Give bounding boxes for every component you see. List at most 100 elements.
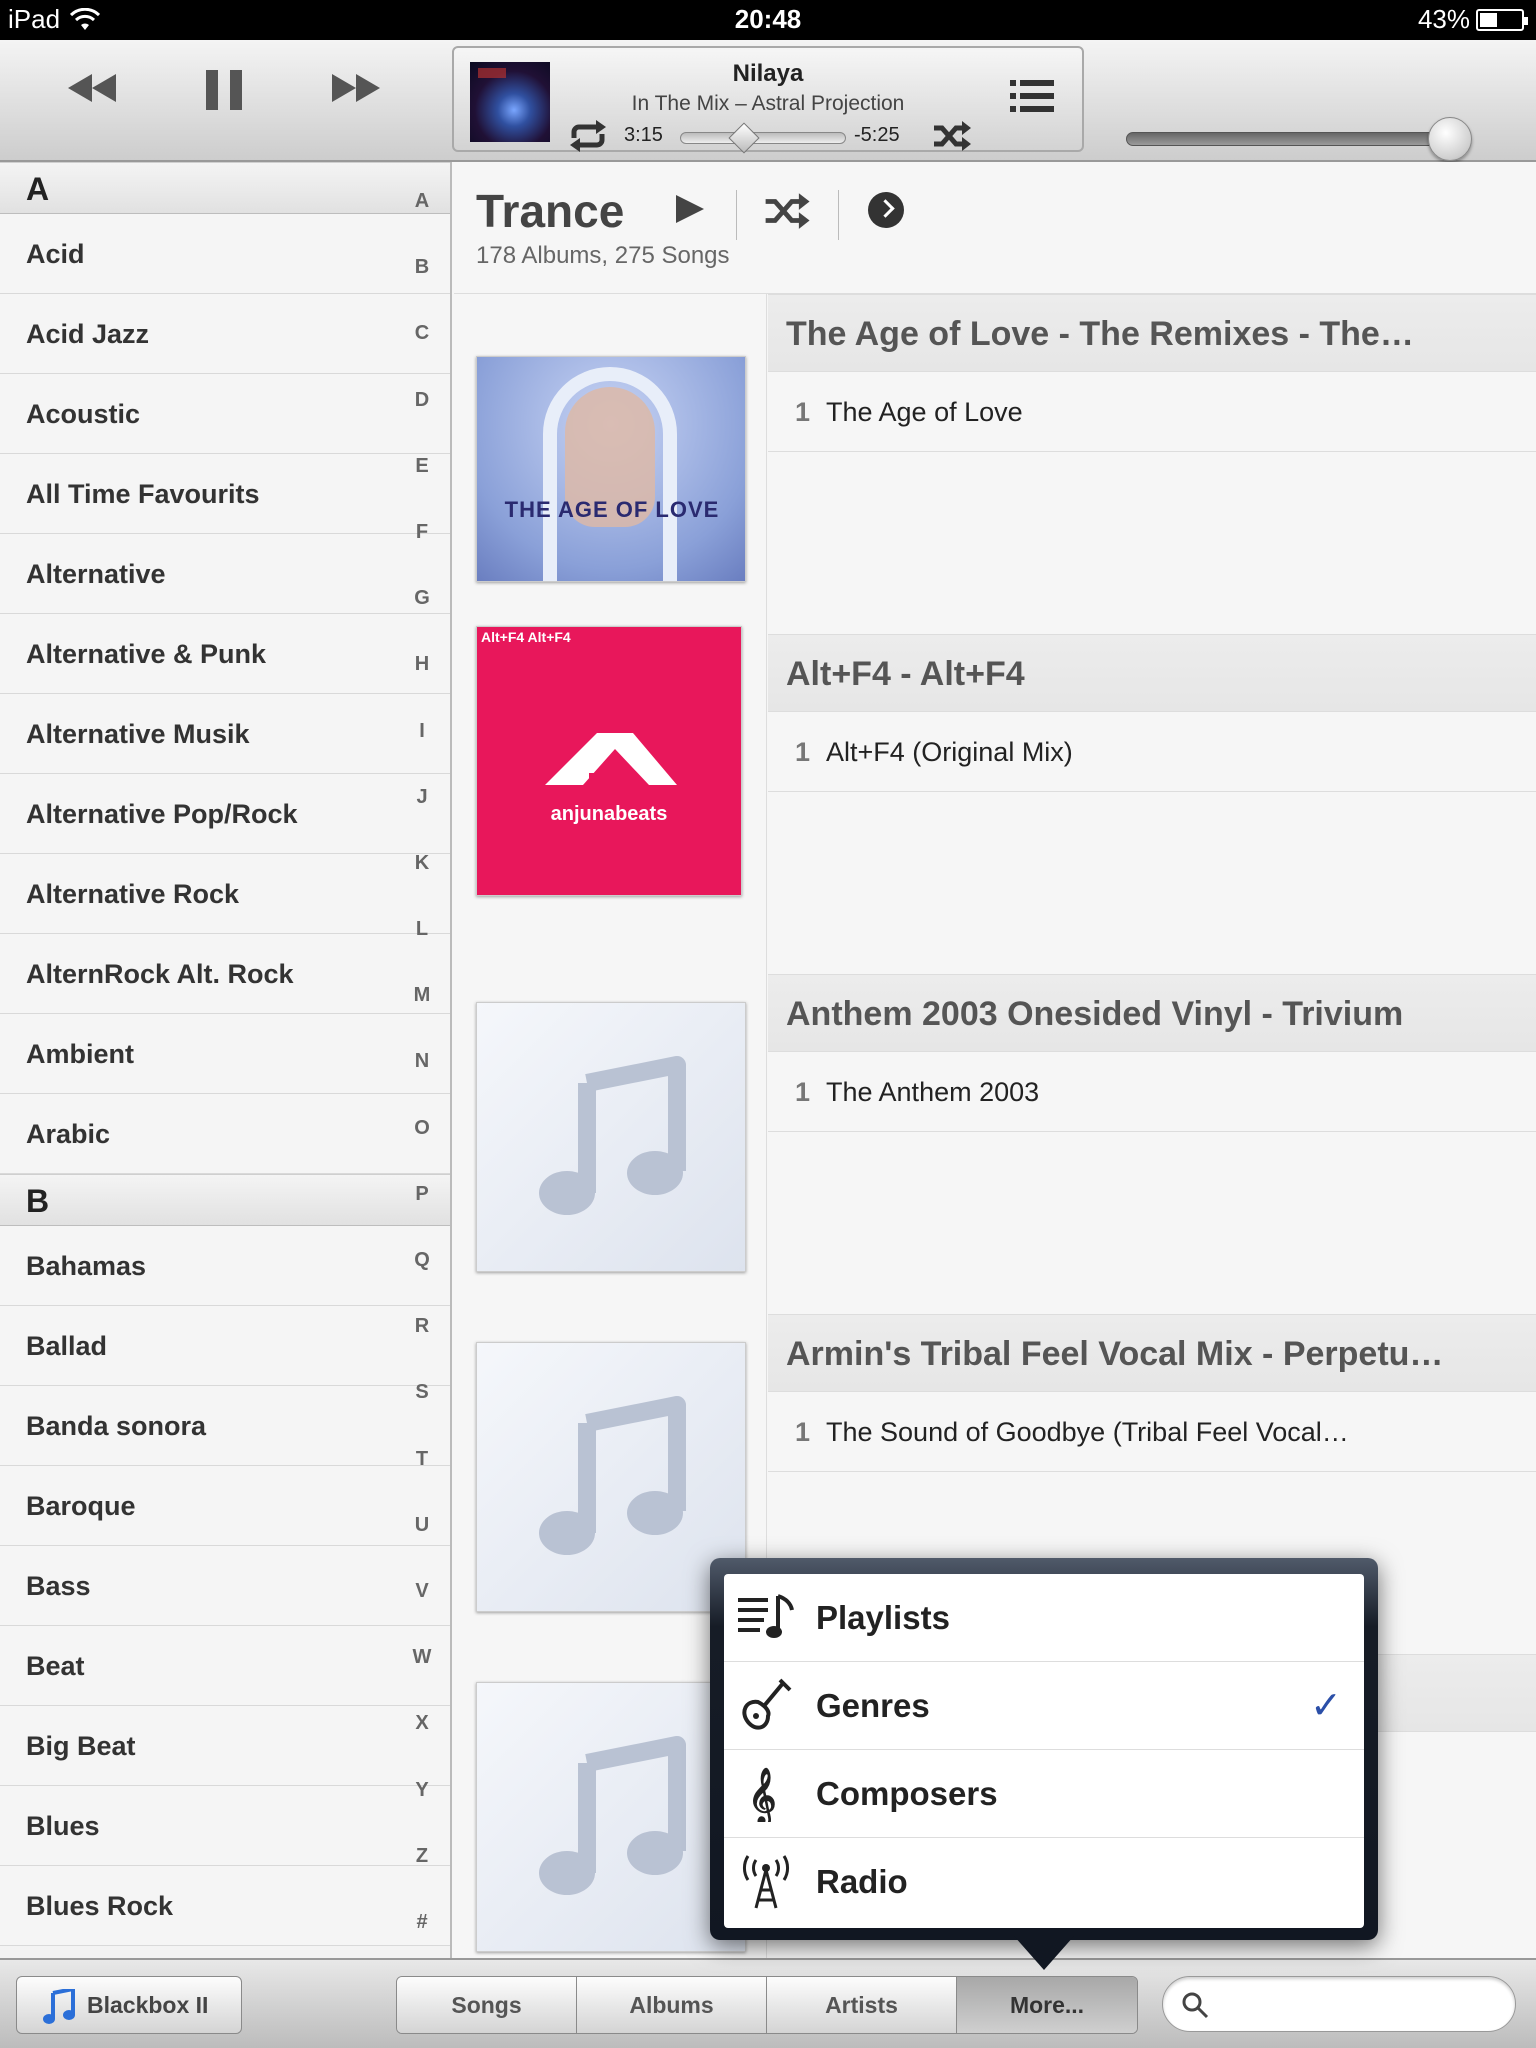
library-button[interactable]: Blackbox II: [16, 1976, 242, 2034]
index-letter[interactable]: R: [410, 1311, 434, 1377]
track-row[interactable]: 1 The Sound of Goodbye (Tribal Feel Vocal…: [768, 1392, 1536, 1472]
tab-albums[interactable]: Albums: [577, 1977, 767, 2033]
genre-item[interactable]: Alternative Rock: [0, 854, 450, 934]
menu-item-radio[interactable]: Radio: [724, 1838, 1364, 1926]
music-note-icon: [43, 1989, 75, 2024]
fast-forward-button[interactable]: [328, 68, 384, 108]
genre-item[interactable]: All Time Favourits: [0, 454, 450, 534]
pause-button[interactable]: [202, 68, 246, 112]
index-letter[interactable]: I: [410, 716, 434, 782]
volume-knob[interactable]: [1428, 117, 1472, 161]
track-row[interactable]: 1 Alt+F4 (Original Mix): [768, 712, 1536, 792]
index-letter[interactable]: F: [410, 517, 434, 583]
genre-item[interactable]: Baroque: [0, 1466, 450, 1546]
now-playing-subtitle: In The Mix – Astral Projection: [631, 92, 905, 115]
index-letter[interactable]: G: [410, 583, 434, 649]
index-letter[interactable]: E: [410, 451, 434, 517]
track-number: 1: [794, 397, 810, 427]
browse-segmented-control[interactable]: Songs Albums Artists More...: [396, 1976, 1138, 2034]
section-index[interactable]: A B C D E F G H I J K L M N O P Q R S T U V W X Y Z #: [410, 186, 434, 1958]
genre-item[interactable]: Ballad: [0, 1306, 450, 1386]
index-letter[interactable]: C: [410, 318, 434, 384]
genre-item[interactable]: Ambient: [0, 1014, 450, 1094]
genre-item[interactable]: Alternative Musik: [0, 694, 450, 774]
index-letter[interactable]: #: [410, 1907, 434, 1958]
genre-item[interactable]: Arabic: [0, 1094, 450, 1174]
index-letter[interactable]: T: [410, 1444, 434, 1510]
album-title[interactable]: Alt+F4 - Alt+F4: [768, 634, 1536, 712]
album-title[interactable]: The Age of Love - The Remixes - The…: [768, 294, 1536, 372]
scrubber[interactable]: [680, 122, 846, 154]
genre-item[interactable]: Alternative Pop/Rock: [0, 774, 450, 854]
album-title[interactable]: Anthem 2003 Onesided Vinyl - Trivium: [768, 974, 1536, 1052]
index-letter[interactable]: K: [410, 848, 434, 914]
menu-item-playlists[interactable]: Playlists: [724, 1574, 1364, 1662]
index-letter[interactable]: O: [410, 1113, 434, 1179]
index-letter[interactable]: D: [410, 385, 434, 451]
genre-item[interactable]: Banda sonora: [0, 1386, 450, 1466]
play-genre-button[interactable]: [672, 192, 706, 231]
track-row[interactable]: 1 The Anthem 2003: [768, 1052, 1536, 1132]
track-row[interactable]: 1 The Age of Love: [768, 372, 1536, 452]
artwork-text: Alt+F4 Alt+F4: [481, 629, 571, 645]
track-list-button[interactable]: [1010, 78, 1054, 119]
search-input[interactable]: [1223, 1987, 1493, 2023]
index-letter[interactable]: V: [410, 1576, 434, 1642]
scrubber-knob[interactable]: [728, 122, 760, 154]
index-letter[interactable]: B: [410, 252, 434, 318]
index-letter[interactable]: Z: [410, 1841, 434, 1907]
play-icon: [676, 195, 704, 223]
index-letter[interactable]: Y: [410, 1775, 434, 1841]
bottom-toolbar: Blackbox II Songs Albums Artists More...: [0, 1958, 1536, 2048]
index-letter[interactable]: Q: [410, 1245, 434, 1311]
genre-item[interactable]: Acoustic: [0, 374, 450, 454]
index-letter[interactable]: S: [410, 1377, 434, 1443]
genre-list[interactable]: A Acid Acid Jazz Acoustic All Time Favourits…: [0, 162, 452, 1958]
shuffle-button[interactable]: [932, 120, 972, 157]
album-artwork-placeholder[interactable]: [476, 1342, 746, 1612]
index-letter[interactable]: A: [410, 186, 434, 252]
index-letter[interactable]: X: [410, 1708, 434, 1774]
genre-item[interactable]: Acid: [0, 214, 450, 294]
shuffle-genre-button[interactable]: [762, 192, 812, 235]
volume-slider[interactable]: [1126, 117, 1472, 161]
index-letter[interactable]: N: [410, 1046, 434, 1112]
index-letter[interactable]: P: [410, 1179, 434, 1245]
index-letter[interactable]: U: [410, 1510, 434, 1576]
album-title[interactable]: Armin's Tribal Feel Vocal Mix - Perpetu…: [768, 1314, 1536, 1392]
genre-item[interactable]: Bass: [0, 1546, 450, 1626]
genre-item[interactable]: Blues Rock: [0, 1866, 450, 1946]
genre-detail-button[interactable]: [868, 192, 904, 228]
index-letter[interactable]: H: [410, 649, 434, 715]
genre-item[interactable]: Bahamas: [0, 1226, 450, 1306]
menu-item-genres[interactable]: Genres ✓: [724, 1662, 1364, 1750]
tab-more[interactable]: More...: [957, 1977, 1137, 2033]
index-letter[interactable]: M: [410, 980, 434, 1046]
genre-item[interactable]: Acid Jazz: [0, 294, 450, 374]
genre-item[interactable]: AlternRock Alt. Rock: [0, 934, 450, 1014]
svg-text:𝄞: 𝄞: [748, 1768, 776, 1822]
genre-item[interactable]: Alternative: [0, 534, 450, 614]
genre-item[interactable]: Big Beat: [0, 1706, 450, 1786]
section-header-b: B: [0, 1174, 450, 1226]
genre-item[interactable]: Alternative & Punk: [0, 614, 450, 694]
rewind-button[interactable]: [64, 68, 120, 108]
pause-icon: [206, 70, 242, 110]
index-letter[interactable]: L: [410, 914, 434, 980]
genre-item[interactable]: Blues: [0, 1786, 450, 1866]
search-field[interactable]: [1162, 1976, 1516, 2032]
tab-songs[interactable]: Songs: [397, 1977, 577, 2033]
index-letter[interactable]: W: [410, 1642, 434, 1708]
index-letter[interactable]: J: [410, 782, 434, 848]
album-artwork-placeholder[interactable]: [476, 1682, 746, 1952]
menu-item-composers[interactable]: 𝄞 Composers: [724, 1750, 1364, 1838]
tab-artists[interactable]: Artists: [767, 1977, 957, 2033]
search-icon: [1182, 1992, 1209, 2019]
track-title: The Anthem 2003: [826, 1077, 1040, 1107]
album-artwork-placeholder[interactable]: [476, 1002, 746, 1272]
album-artwork[interactable]: Alt+F4 Alt+F4 anjunabeats: [476, 626, 742, 896]
elapsed-time: 3:15: [624, 124, 663, 146]
repeat-button[interactable]: [568, 120, 608, 157]
album-artwork[interactable]: THE AGE OF LOVE: [476, 356, 746, 582]
genre-item[interactable]: Beat: [0, 1626, 450, 1706]
